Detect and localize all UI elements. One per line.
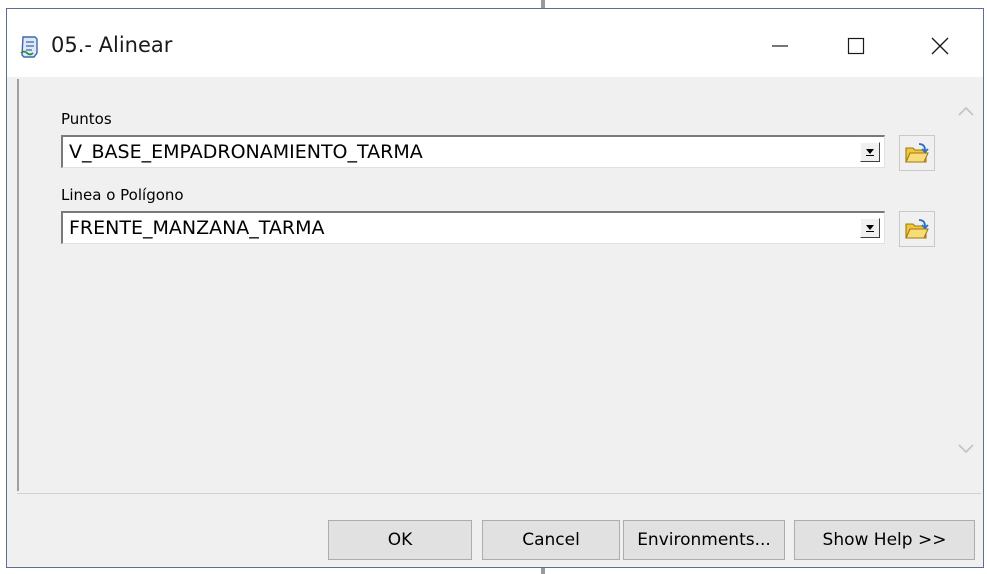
chevron-down-icon <box>958 444 974 454</box>
tool-dialog: 05.- Alinear Puntos V_BASE_EMPADRONAMIEN… <box>6 8 984 568</box>
vertical-scrollbar[interactable] <box>951 79 981 489</box>
points-combobox[interactable]: V_BASE_EMPADRONAMIENTO_TARMA <box>61 135 885 168</box>
screen: 05.- Alinear Puntos V_BASE_EMPADRONAMIEN… <box>0 0 987 574</box>
open-folder-icon <box>905 143 929 163</box>
points-browse-button[interactable] <box>899 135 935 171</box>
minimize-icon <box>772 45 788 47</box>
points-value: V_BASE_EMPADRONAMIENTO_TARMA <box>69 141 423 163</box>
dropdown-arrow-icon <box>866 149 874 156</box>
dropdown-arrow-icon <box>866 225 874 232</box>
cancel-button[interactable]: Cancel <box>482 520 620 560</box>
script-tool-icon <box>19 35 41 59</box>
line-polygon-combobox[interactable]: FRENTE_MANZANA_TARMA <box>61 211 885 244</box>
chevron-up-icon <box>958 106 974 116</box>
ok-button[interactable]: OK <box>328 520 472 560</box>
line-polygon-label: Linea o Polígono <box>61 186 184 204</box>
maximize-icon <box>847 37 865 55</box>
close-button[interactable] <box>909 23 971 69</box>
maximize-button[interactable] <box>825 23 887 69</box>
close-icon <box>931 37 949 55</box>
environments-button[interactable]: Environments... <box>623 520 785 560</box>
scroll-up-button[interactable] <box>955 101 977 121</box>
parameters-panel[interactable]: Puntos V_BASE_EMPADRONAMIENTO_TARMA Line… <box>17 79 981 491</box>
minimize-button[interactable] <box>749 23 811 69</box>
points-label: Puntos <box>61 110 112 128</box>
line-polygon-value: FRENTE_MANZANA_TARMA <box>69 217 325 239</box>
line-polygon-browse-button[interactable] <box>899 211 935 247</box>
window-title: 05.- Alinear <box>51 33 173 57</box>
line-polygon-dropdown-button[interactable] <box>860 218 880 238</box>
title-bar[interactable]: 05.- Alinear <box>7 9 983 77</box>
points-dropdown-button[interactable] <box>860 142 880 162</box>
scroll-down-button[interactable] <box>955 439 977 459</box>
show-help-button[interactable]: Show Help >> <box>794 520 975 560</box>
open-folder-icon <box>905 219 929 239</box>
button-bar: OK Cancel Environments... Show Help >> <box>17 493 981 565</box>
